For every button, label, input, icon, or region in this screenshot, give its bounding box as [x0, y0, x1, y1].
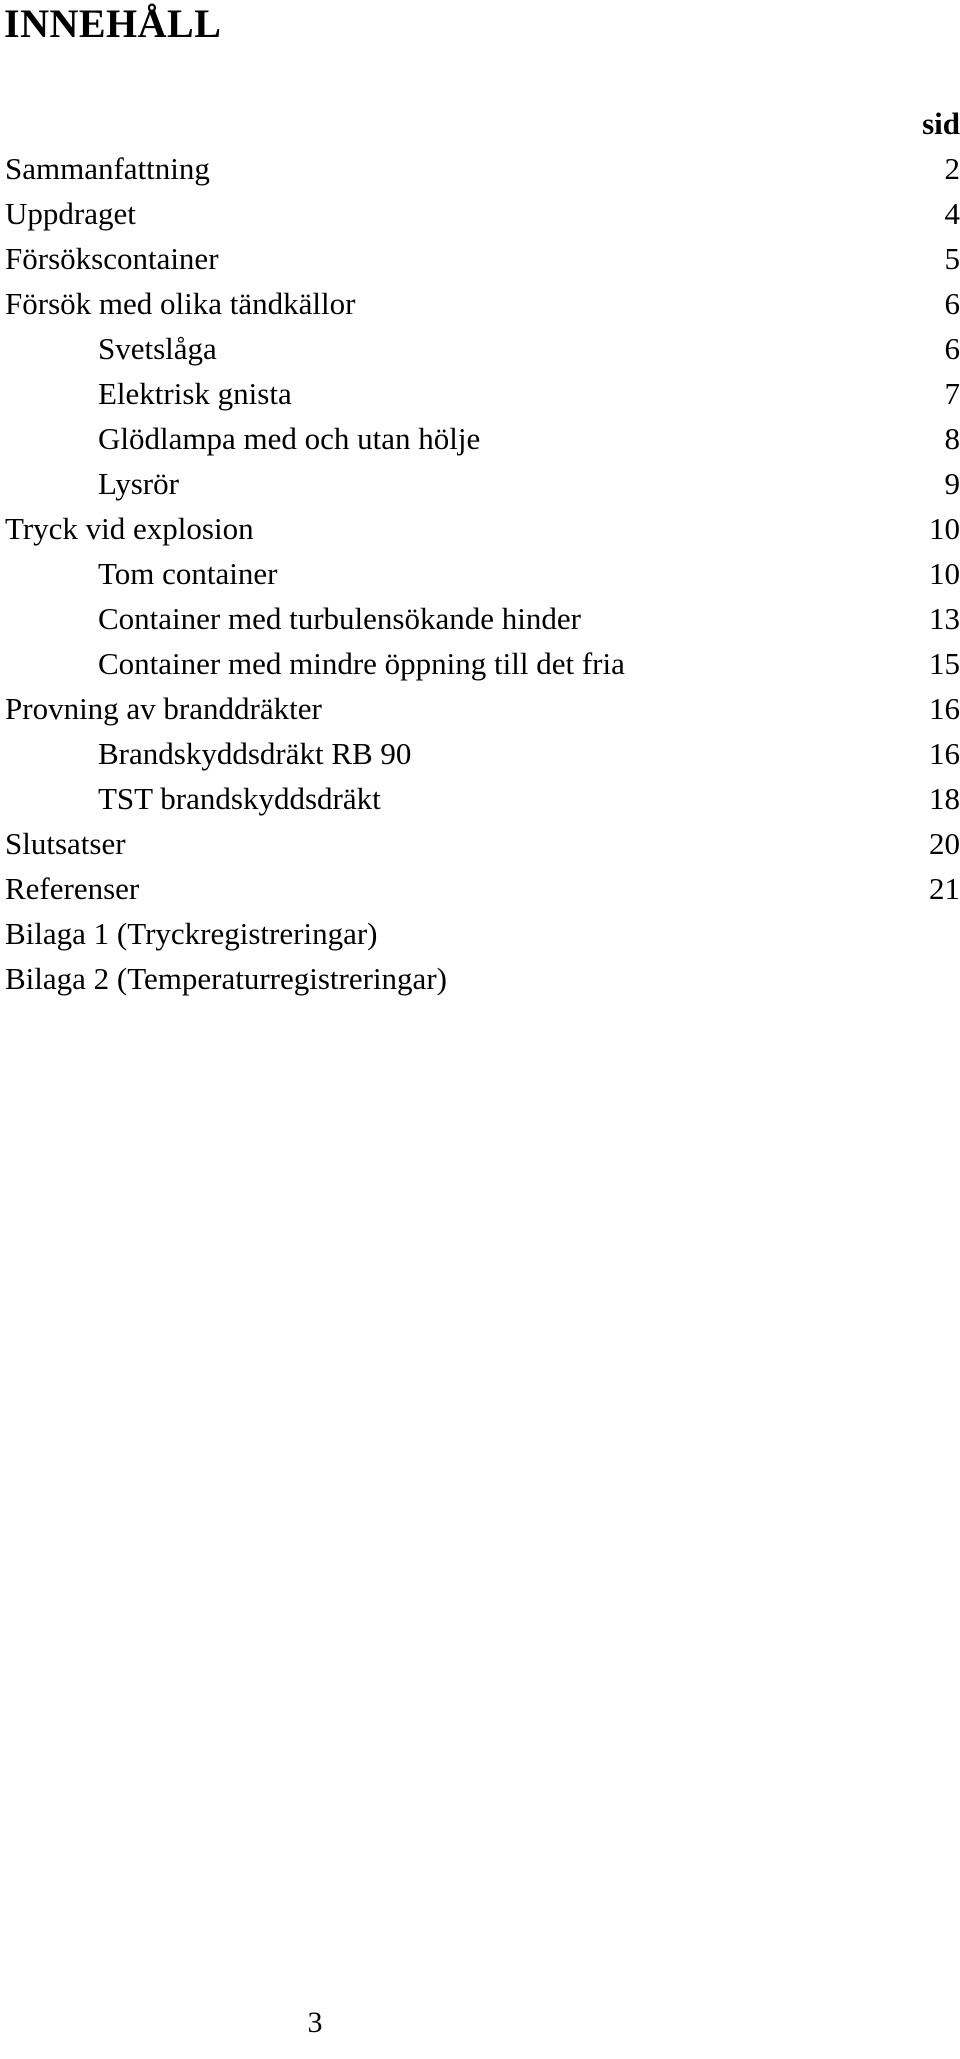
- toc-entry-page-number: 13: [929, 601, 960, 636]
- toc-entry-page-number: 10: [929, 556, 960, 591]
- toc-entry-page-number: [880, 956, 960, 1001]
- toc-table-body: sid Sammanfattning 2 Uppdraget 4 Försökscont…: [0, 101, 960, 1001]
- toc-entry-row[interactable]: Tryck vid explosion 10: [0, 506, 960, 551]
- toc-entry-row[interactable]: Brandskyddsdräkt RB 90 16: [0, 731, 960, 776]
- toc-entry-row[interactable]: Lysrör 9: [0, 461, 960, 506]
- toc-entry-row[interactable]: Försök med olika tändkällor 6: [0, 281, 960, 326]
- toc-entry-page-number: 4: [944, 196, 960, 231]
- toc-entry-label[interactable]: Container med mindre öppning till det fr…: [0, 641, 880, 686]
- toc-entry-row[interactable]: Slutsatser 20: [0, 821, 960, 866]
- toc-entry-label[interactable]: Referenser: [0, 866, 880, 911]
- toc-entry-label[interactable]: Tom container: [0, 551, 880, 596]
- toc-entry-row[interactable]: TST brandskyddsdräkt 18: [0, 776, 960, 821]
- toc-entry-page-number: 21: [929, 871, 960, 906]
- toc-entry-page-number: 9: [944, 466, 960, 501]
- toc-table: sid Sammanfattning 2 Uppdraget 4 Försökscont…: [0, 101, 960, 1001]
- toc-entry-row[interactable]: Glödlampa med och utan hölje 8: [0, 416, 960, 461]
- toc-entry-label[interactable]: Elektrisk gnista: [0, 371, 880, 416]
- toc-column-header-sid: sid: [922, 106, 960, 141]
- toc-entry-page-number: 10: [929, 511, 960, 546]
- toc-entry-row[interactable]: Container med turbulensökande hinder 13: [0, 596, 960, 641]
- toc-entry-row[interactable]: Uppdraget 4: [0, 191, 960, 236]
- toc-entry-row[interactable]: Bilaga 2 (Temperaturregistreringar): [0, 956, 960, 1001]
- toc-header-row: sid: [0, 101, 960, 146]
- toc-entry-row[interactable]: Container med mindre öppning till det fr…: [0, 641, 960, 686]
- toc-entry-label[interactable]: Brandskyddsdräkt RB 90: [0, 731, 880, 776]
- toc-entry-row[interactable]: Svetslåga 6: [0, 326, 960, 371]
- table-of-contents: sid Sammanfattning 2 Uppdraget 4 Försökscont…: [0, 101, 960, 1001]
- toc-entry-row[interactable]: Elektrisk gnista 7: [0, 371, 960, 416]
- toc-entry-page-number: 6: [944, 286, 960, 321]
- toc-entry-label[interactable]: Tryck vid explosion: [0, 506, 880, 551]
- toc-entry-label[interactable]: Sammanfattning: [0, 146, 880, 191]
- toc-entry-page-number: 2: [944, 151, 960, 186]
- toc-entry-page-number: 16: [929, 691, 960, 726]
- toc-entry-row[interactable]: Bilaga 1 (Tryckregistreringar): [0, 911, 960, 956]
- toc-entry-label[interactable]: Svetslåga: [0, 326, 880, 371]
- toc-entry-page-number: [880, 911, 960, 956]
- toc-entry-label[interactable]: Försök med olika tändkällor: [0, 281, 880, 326]
- toc-entry-page-number: 5: [944, 241, 960, 276]
- toc-entry-label[interactable]: Container med turbulensökande hinder: [0, 596, 880, 641]
- document-page: INNEHÅLL sid Sammanfattning 2 Uppdraget 4 Fö…: [0, 0, 960, 2059]
- toc-entry-page-number: 16: [929, 736, 960, 771]
- toc-entry-row[interactable]: Provning av branddräkter 16: [0, 686, 960, 731]
- toc-entry-label[interactable]: Glödlampa med och utan hölje: [0, 416, 880, 461]
- toc-entry-label[interactable]: Provning av branddräkter: [0, 686, 880, 731]
- toc-entry-page-number: 15: [929, 646, 960, 681]
- footer-page-number: 3: [307, 2006, 323, 2039]
- toc-entry-page-number: 7: [944, 376, 960, 411]
- toc-entry-page-number: 6: [944, 331, 960, 366]
- toc-entry-label[interactable]: Bilaga 1 (Tryckregistreringar): [0, 911, 880, 956]
- toc-entry-page-number: 18: [929, 781, 960, 816]
- toc-entry-page-number: 8: [944, 421, 960, 456]
- page-title: INNEHÅLL: [4, 1, 222, 46]
- toc-entry-label[interactable]: Slutsatser: [0, 821, 880, 866]
- toc-entry-row[interactable]: Försökscontainer 5: [0, 236, 960, 281]
- toc-entry-row[interactable]: Referenser 21: [0, 866, 960, 911]
- toc-header-label-cell: [0, 101, 880, 146]
- toc-entry-row[interactable]: Sammanfattning 2: [0, 146, 960, 191]
- toc-entry-page-number: 20: [929, 826, 960, 861]
- toc-entry-label[interactable]: Uppdraget: [0, 191, 880, 236]
- toc-entry-label[interactable]: Försökscontainer: [0, 236, 880, 281]
- toc-entry-row[interactable]: Tom container 10: [0, 551, 960, 596]
- toc-entry-label[interactable]: Bilaga 2 (Temperaturregistreringar): [0, 956, 880, 1001]
- toc-entry-label[interactable]: TST brandskyddsdräkt: [0, 776, 880, 821]
- toc-entry-label[interactable]: Lysrör: [0, 461, 880, 506]
